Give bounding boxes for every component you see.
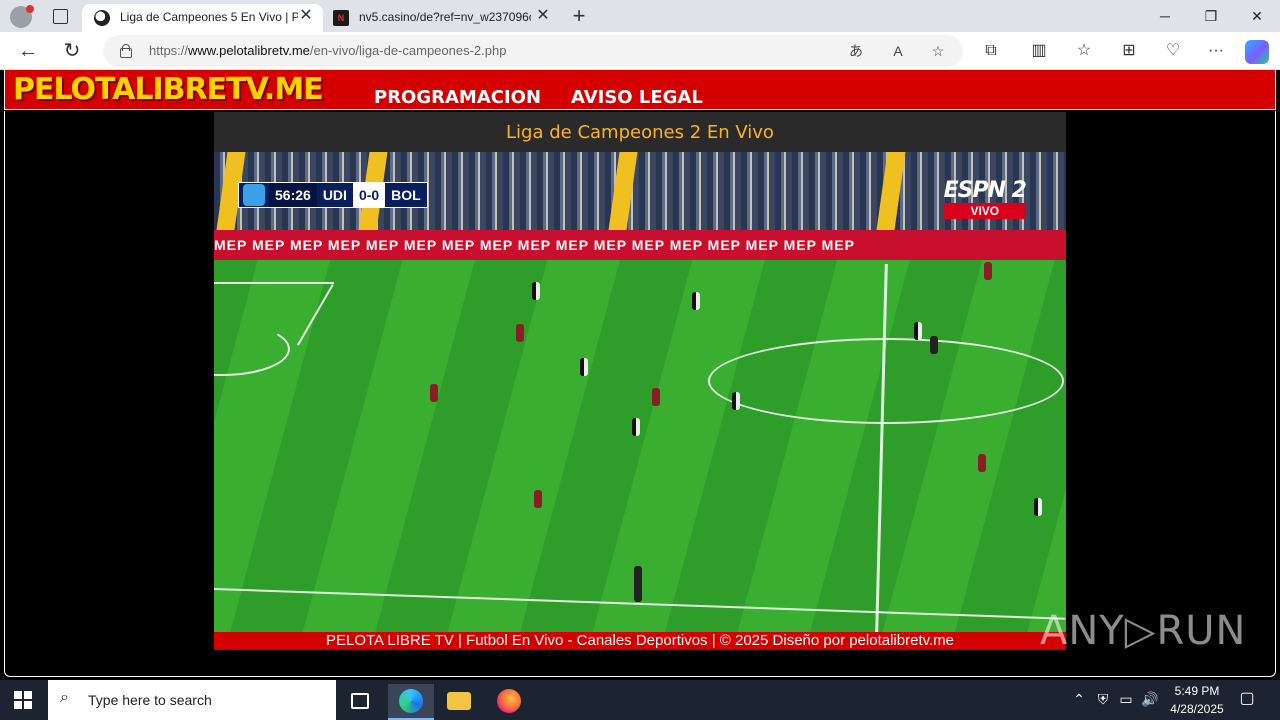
match-score: 0-0 bbox=[352, 183, 386, 207]
site-logo[interactable]: PELOTALIBRETV.ME bbox=[13, 72, 324, 107]
video-player: Liga de Campeones 2 En Vivo MEP MEP MEP … bbox=[214, 112, 1066, 650]
refresh-button[interactable]: ↻ bbox=[58, 38, 86, 64]
windows-taskbar: ⌕ Type here to search ⌃ ⛨ ▭ 🔊 5:49 PM 4/… bbox=[0, 680, 1280, 720]
restore-button[interactable]: ❐ bbox=[1188, 0, 1234, 32]
favorites-icon[interactable]: ☆ bbox=[1072, 40, 1096, 62]
edge-icon bbox=[399, 689, 423, 713]
soccer-ball-icon bbox=[94, 10, 110, 26]
tab-title: nv5.casino/de?ref=nv_w237096c bbox=[359, 10, 531, 24]
browser-tab-strip: Liga de Campeones 5 En Vivo | P ✕ N nv5.… bbox=[0, 0, 1280, 32]
new-tab-button[interactable]: + bbox=[567, 4, 591, 28]
tab-casino[interactable]: N nv5.casino/de?ref=nv_w237096c ✕ bbox=[324, 4, 560, 32]
player-figure bbox=[532, 282, 540, 300]
player-figure bbox=[914, 322, 922, 340]
back-button[interactable]: ← bbox=[14, 38, 42, 64]
match-clock: 56:26 bbox=[269, 183, 317, 207]
coach-figure bbox=[634, 566, 642, 602]
anyrun-watermark: ANY▷RUN bbox=[1040, 608, 1247, 654]
task-view-button[interactable] bbox=[337, 684, 383, 720]
clock-time[interactable]: 5:49 PM bbox=[1160, 684, 1234, 698]
address-bar[interactable]: https://www.pelotalibretv.me/en-vivo/lig… bbox=[103, 35, 963, 67]
player-figure bbox=[430, 384, 438, 402]
tab-actions-icon[interactable] bbox=[48, 7, 72, 25]
referee-figure bbox=[930, 336, 938, 354]
player-figure bbox=[1034, 498, 1042, 516]
halfway-line bbox=[875, 264, 888, 632]
read-aloud-icon[interactable]: A bbox=[889, 42, 907, 60]
casino-favicon-icon: N bbox=[333, 10, 349, 26]
tab-liga-de-campeones[interactable]: Liga de Campeones 5 En Vivo | P ✕ bbox=[82, 4, 323, 32]
scoreboard-overlay: 56:26 UDI 0-0 BOL bbox=[238, 182, 428, 208]
security-icon[interactable]: ⛨ bbox=[1094, 690, 1112, 708]
minimize-button[interactable]: ─ bbox=[1142, 0, 1188, 32]
translate-icon[interactable]: あ bbox=[847, 42, 865, 60]
task-view-icon bbox=[351, 693, 369, 709]
player-figure bbox=[516, 324, 524, 342]
site-footer: PELOTA LIBRE TV | Futbol En Vivo - Canal… bbox=[214, 632, 1066, 650]
player-figure bbox=[580, 358, 588, 376]
player-figure bbox=[732, 392, 740, 410]
away-team: BOL bbox=[391, 187, 421, 203]
lock-icon[interactable] bbox=[119, 44, 132, 58]
video-stream[interactable]: MEP MEP MEP MEP MEP MEP MEP MEP MEP MEP … bbox=[214, 152, 1066, 632]
advertising-boards: MEP MEP MEP MEP MEP MEP MEP MEP MEP MEP … bbox=[214, 230, 1066, 260]
copilot-icon[interactable] bbox=[1245, 40, 1269, 64]
clock-date[interactable]: 4/28/2025 bbox=[1160, 702, 1234, 716]
extensions-icon[interactable]: ⧉ bbox=[979, 40, 1003, 62]
player-figure bbox=[652, 388, 660, 406]
favorite-star-icon[interactable]: ☆ bbox=[929, 42, 947, 60]
close-tab-icon[interactable]: ✕ bbox=[297, 7, 315, 25]
taskbar-edge[interactable] bbox=[388, 684, 434, 720]
channel-logo: ESPN 2 VIVO bbox=[943, 178, 1027, 219]
player-figure bbox=[984, 262, 992, 280]
menu-programacion[interactable]: PROGRAMACION bbox=[374, 87, 541, 108]
search-icon: ⌕ bbox=[60, 689, 69, 706]
web-page: PELOTALIBRETV.ME PROGRAMACION AVISO LEGA… bbox=[0, 70, 1280, 680]
split-screen-icon[interactable]: ▥ bbox=[1027, 40, 1051, 62]
menu-aviso-legal[interactable]: AVISO LEGAL bbox=[571, 87, 703, 108]
profile-avatar-icon[interactable] bbox=[10, 5, 34, 28]
show-hidden-icons-chevron[interactable]: ⌃ bbox=[1070, 690, 1088, 708]
tab-title: Liga de Campeones 5 En Vivo | P bbox=[120, 10, 298, 24]
site-header: PELOTALIBRETV.ME PROGRAMACION AVISO LEGA… bbox=[4, 70, 1276, 110]
windows-start-icon[interactable] bbox=[14, 691, 32, 709]
folder-icon bbox=[447, 692, 471, 710]
close-tab-icon[interactable]: ✕ bbox=[534, 7, 552, 25]
browser-essentials-icon[interactable]: ♡ bbox=[1161, 40, 1185, 62]
penalty-arc bbox=[214, 322, 290, 376]
taskbar-search[interactable]: ⌕ Type here to search bbox=[48, 680, 336, 720]
player-title: Liga de Campeones 2 En Vivo bbox=[506, 122, 774, 143]
volume-icon[interactable]: 🔊 bbox=[1141, 690, 1159, 708]
player-figure bbox=[534, 490, 542, 508]
espn-logo: ESPN 2 bbox=[943, 178, 1027, 203]
firefox-icon bbox=[497, 689, 521, 713]
url-text[interactable]: https://www.pelotalibretv.me/en-vivo/lig… bbox=[149, 43, 506, 58]
network-icon[interactable]: ▭ bbox=[1117, 690, 1135, 708]
collections-icon[interactable]: ⊞ bbox=[1117, 40, 1141, 62]
notifications-icon[interactable]: ▢ bbox=[1238, 690, 1256, 708]
league-badge-icon bbox=[243, 184, 265, 206]
home-team: UDI bbox=[322, 187, 347, 203]
player-figure bbox=[692, 292, 700, 310]
search-placeholder: Type here to search bbox=[88, 692, 212, 708]
live-badge: VIVO bbox=[943, 203, 1026, 219]
player-figure bbox=[978, 454, 986, 472]
penalty-box-side bbox=[297, 284, 334, 346]
address-bar-row: ← ↻ https://www.pelotalibretv.me/en-vivo… bbox=[0, 32, 1280, 70]
center-circle bbox=[708, 338, 1064, 424]
more-menu-icon[interactable]: ··· bbox=[1204, 40, 1228, 62]
penalty-box-line bbox=[214, 282, 334, 284]
player-figure bbox=[632, 418, 640, 436]
taskbar-file-explorer[interactable] bbox=[436, 684, 482, 720]
close-window-button[interactable]: ✕ bbox=[1234, 0, 1280, 32]
taskbar-firefox[interactable] bbox=[486, 684, 532, 720]
